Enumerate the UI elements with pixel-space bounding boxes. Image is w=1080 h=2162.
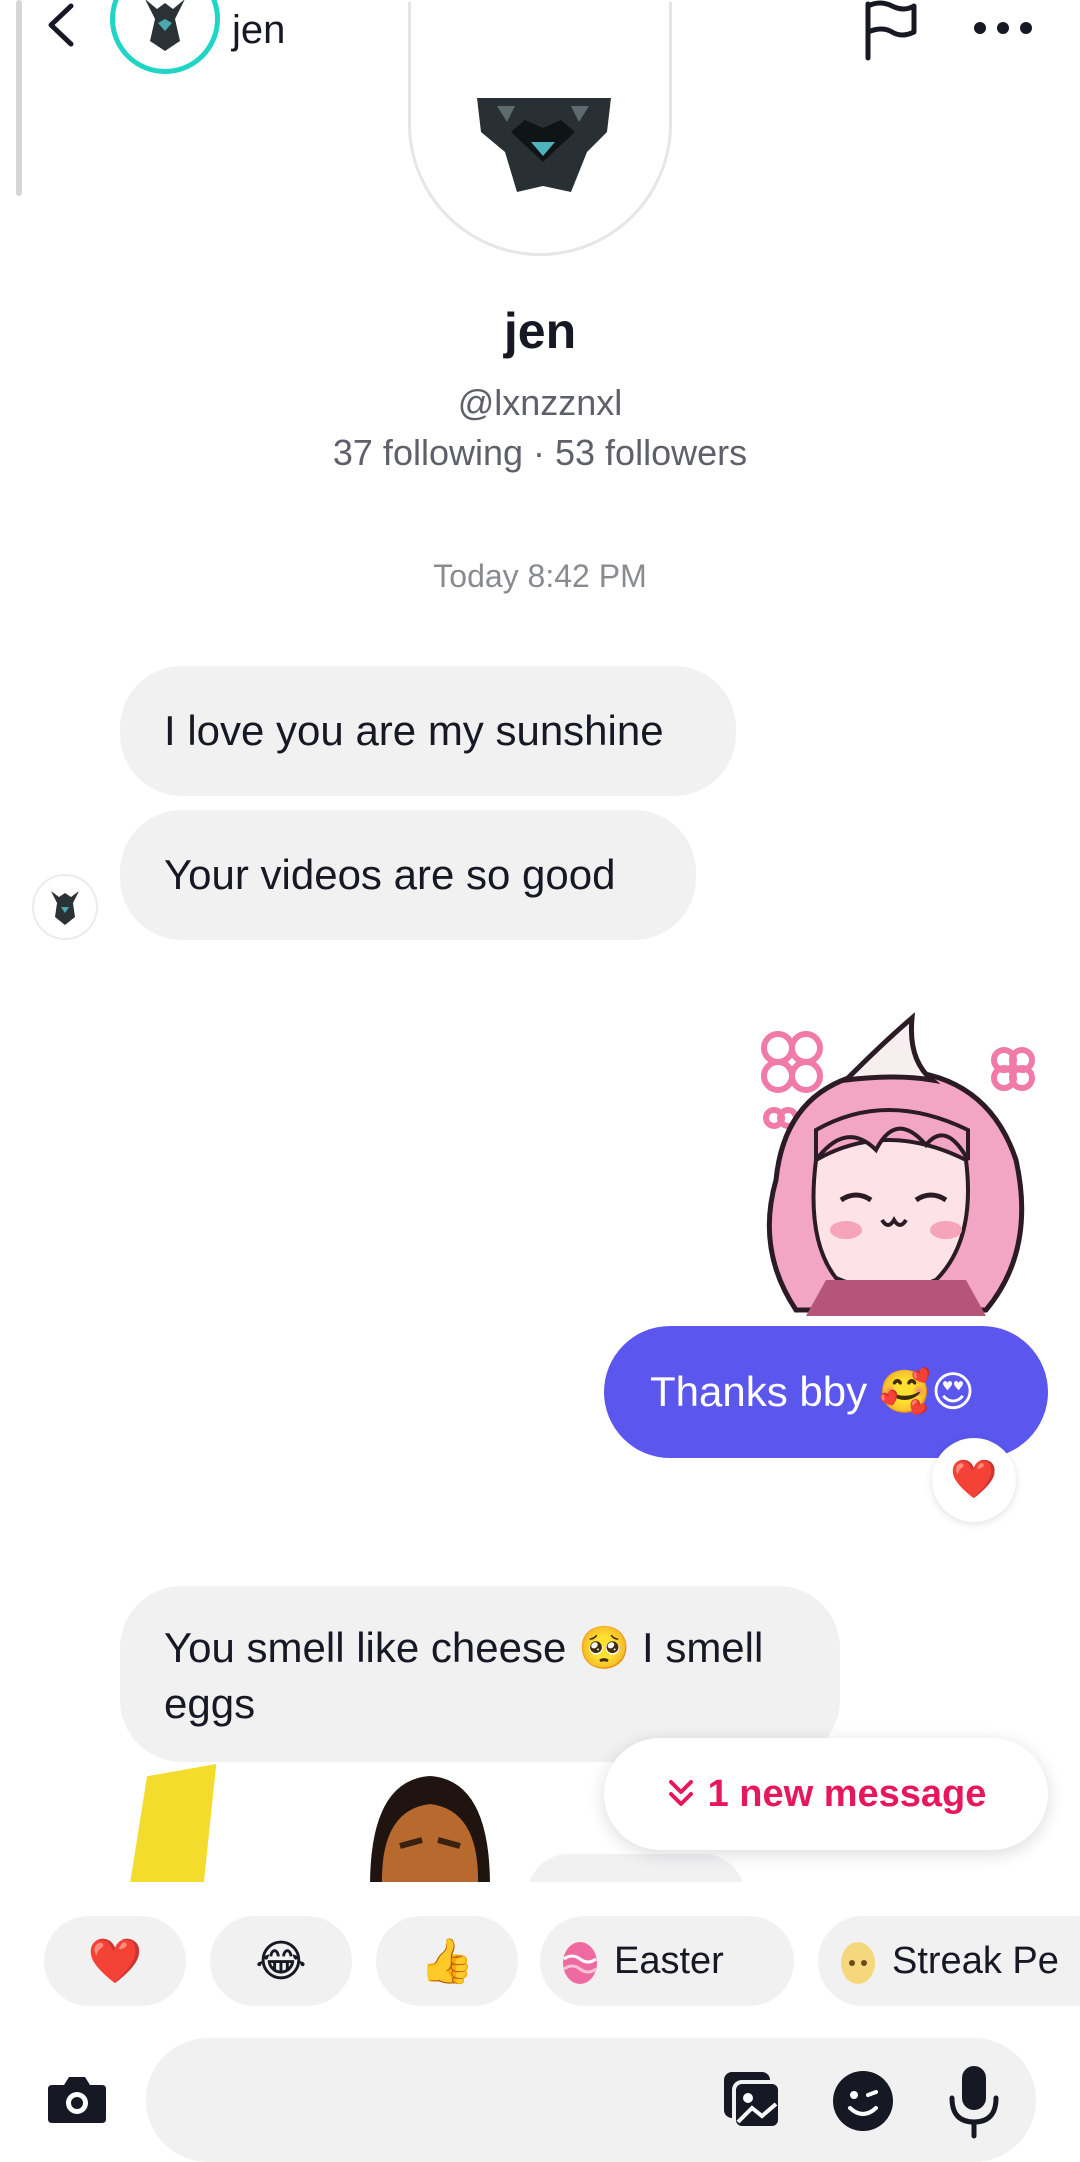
chip-label: Easter	[614, 1939, 724, 1982]
quick-reaction-streak[interactable]: Streak Pe	[818, 1916, 1080, 2006]
message-input[interactable]	[186, 2068, 730, 2130]
emoji-button[interactable]	[830, 2068, 896, 2134]
streak-egg-icon	[841, 1942, 875, 1984]
profile-avatar-image	[477, 98, 611, 192]
double-chevron-down-icon	[668, 1780, 693, 1806]
heart-icon: ❤️	[950, 1459, 998, 1501]
camera-icon	[48, 2077, 106, 2123]
partial-sticker	[130, 1764, 217, 1886]
header-contact-name[interactable]: jen	[232, 2, 285, 58]
partial-image	[360, 1770, 500, 1886]
message-timestamp: Today 8:42 PM	[433, 558, 647, 594]
profile-name: jen	[503, 303, 577, 359]
flag-icon	[865, 0, 917, 61]
message-reaction[interactable]: ❤️	[932, 1438, 1016, 1522]
heart-icon: ❤️	[87, 1937, 143, 1986]
header-avatar[interactable]	[110, 0, 220, 74]
more-options-button[interactable]	[966, 8, 1040, 48]
quick-reaction-heart[interactable]: ❤️	[44, 1916, 186, 2006]
incoming-message[interactable]: I love you are my sunshine	[120, 666, 736, 796]
incoming-message[interactable]: Your videos are so good	[120, 810, 696, 940]
gallery-icon	[724, 2072, 782, 2130]
more-horizontal-icon	[974, 22, 1032, 34]
voice-message-button[interactable]	[944, 2062, 1004, 2140]
quick-reaction-thumbs-up[interactable]: 👍	[376, 1916, 518, 2006]
chevron-left-icon	[48, 3, 74, 47]
quick-reaction-laugh[interactable]: 😂	[210, 1916, 352, 2006]
profile-username: @lxnzznxl	[457, 382, 623, 423]
emoji-face-icon	[833, 2071, 893, 2131]
gallery-button[interactable]	[720, 2068, 786, 2134]
chip-label: Streak Pe	[892, 1939, 1059, 1982]
sender-avatar[interactable]	[32, 874, 98, 940]
new-message-label: 1 new message	[707, 1772, 987, 1815]
avatar-image	[145, 0, 185, 51]
incoming-message[interactable]: You smell like cheese 🥺 I smell eggs	[120, 1586, 840, 1762]
camera-button[interactable]	[44, 2066, 110, 2132]
new-message-button[interactable]: 1 new message	[604, 1738, 1048, 1850]
thumbs-up-icon: 👍	[419, 1937, 475, 1986]
easter-egg-icon	[563, 1942, 597, 1984]
pink-haired-anime-girl-sticker[interactable]	[736, 1010, 1054, 1316]
profile-avatar[interactable]	[408, 2, 672, 256]
microphone-icon	[949, 2066, 999, 2139]
back-button[interactable]	[34, 0, 88, 52]
message-composer[interactable]	[146, 2038, 1036, 2162]
profile-stats: 37 following · 53 followers	[332, 432, 748, 473]
report-button[interactable]	[860, 0, 920, 62]
laughing-face-icon: 😂	[255, 1936, 307, 1986]
quick-reaction-easter[interactable]: Easter	[540, 1916, 794, 2006]
avatar-image	[51, 891, 79, 925]
scroll-indicator	[16, 0, 22, 196]
